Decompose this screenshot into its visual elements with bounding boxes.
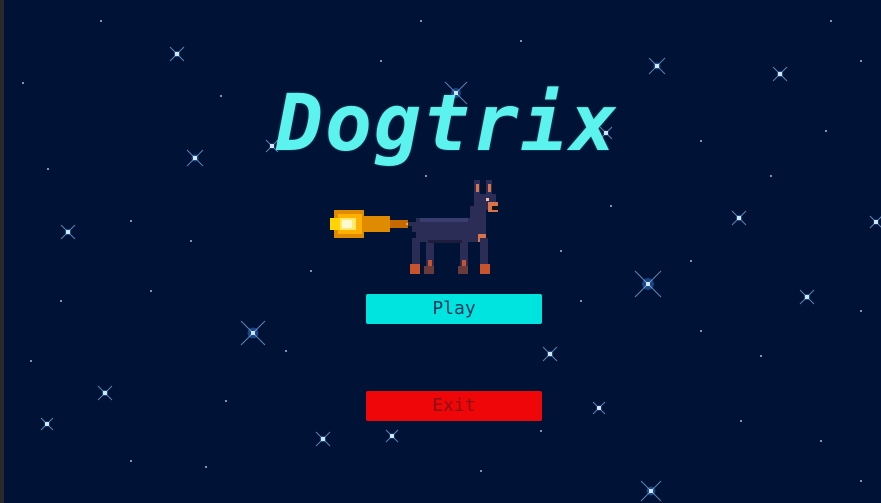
sparkle-star-icon	[648, 57, 666, 75]
sparkle-star-icon	[634, 270, 662, 298]
star-dot	[740, 420, 742, 422]
sparkle-star-icon	[592, 401, 606, 415]
star-dot	[760, 355, 762, 357]
star-dot	[30, 360, 32, 362]
star-dot	[540, 430, 542, 432]
star-dot	[770, 175, 772, 177]
star-dot	[310, 270, 312, 272]
star-dot	[420, 20, 422, 22]
sparkle-star-icon	[772, 66, 788, 82]
sparkle-star-icon	[169, 46, 185, 62]
star-dot	[560, 250, 562, 252]
star-dot	[205, 466, 207, 468]
star-dot	[285, 350, 287, 352]
sparkle-star-icon	[186, 149, 204, 167]
sparkle-star-icon	[60, 224, 76, 240]
star-dot	[700, 140, 702, 142]
star-dot	[130, 460, 132, 462]
star-dot	[225, 400, 227, 402]
star-dot	[100, 20, 102, 22]
star-dot	[130, 220, 132, 222]
sparkle-star-icon	[240, 320, 266, 346]
sparkle-star-icon	[40, 417, 54, 431]
star-dot	[480, 470, 482, 472]
game-main-menu: Dogtrix Play Exit	[0, 0, 881, 503]
star-dot	[860, 480, 862, 482]
sparkle-star-icon	[869, 215, 881, 229]
star-dot	[580, 300, 582, 302]
sparkle-star-icon	[640, 480, 662, 502]
sparkle-star-icon	[315, 431, 331, 447]
star-dot	[860, 310, 862, 312]
star-dot	[610, 205, 612, 207]
game-title: Dogtrix	[276, 79, 619, 169]
star-dot	[150, 290, 152, 292]
sparkle-star-icon	[97, 385, 113, 401]
sparkle-star-icon	[385, 429, 399, 443]
star-dot	[830, 20, 832, 22]
star-dot	[220, 95, 222, 97]
star-dot	[190, 240, 192, 242]
star-dot	[860, 60, 862, 62]
hero-sprite	[330, 180, 498, 274]
sparkle-star-icon	[799, 289, 815, 305]
exit-button[interactable]: Exit	[366, 391, 542, 421]
play-button[interactable]: Play	[366, 294, 542, 324]
star-dot	[47, 168, 49, 170]
dog-icon	[408, 180, 498, 274]
sparkle-star-icon	[542, 346, 558, 362]
fireball-icon	[330, 210, 410, 238]
star-dot	[520, 40, 522, 42]
star-dot	[22, 82, 24, 84]
sparkle-star-icon	[731, 210, 747, 226]
star-dot	[380, 60, 382, 62]
star-dot	[690, 260, 692, 262]
star-dot	[825, 130, 827, 132]
star-dot	[700, 330, 702, 332]
star-dot	[60, 300, 62, 302]
star-dot	[820, 440, 822, 442]
